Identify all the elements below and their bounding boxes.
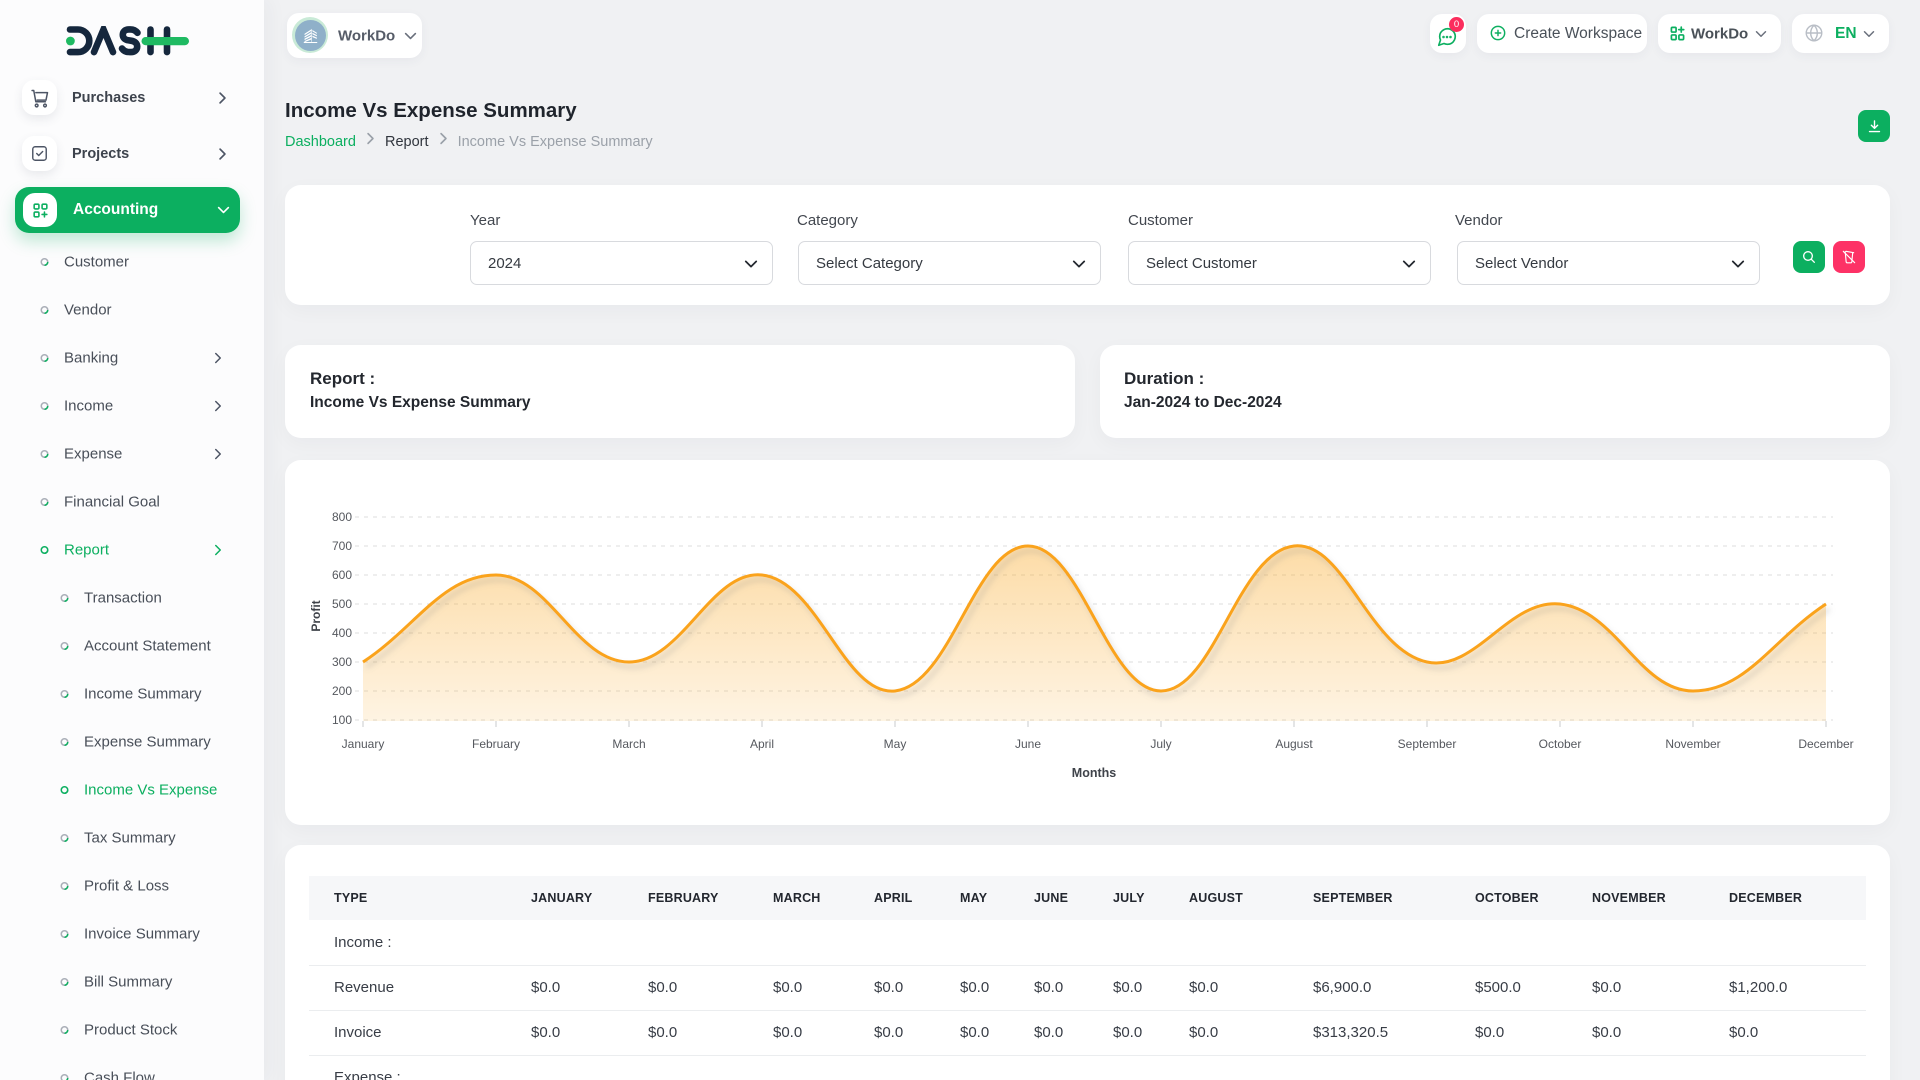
- svg-text:October: October: [1539, 737, 1582, 751]
- svg-text:400: 400: [332, 626, 352, 640]
- svg-text:January: January: [342, 737, 385, 751]
- svg-text:June: June: [1015, 737, 1041, 751]
- svg-text:September: September: [1398, 737, 1457, 751]
- svg-text:800: 800: [332, 510, 352, 524]
- svg-text:November: November: [1665, 737, 1720, 751]
- svg-text:August: August: [1275, 737, 1313, 751]
- svg-text:200: 200: [332, 684, 352, 698]
- svg-text:April: April: [750, 737, 774, 751]
- svg-text:March: March: [612, 737, 645, 751]
- svg-text:February: February: [472, 737, 520, 751]
- svg-text:Profit: Profit: [309, 600, 323, 631]
- svg-text:Months: Months: [1072, 766, 1116, 780]
- svg-text:500: 500: [332, 597, 352, 611]
- svg-text:300: 300: [332, 655, 352, 669]
- svg-text:700: 700: [332, 539, 352, 553]
- svg-text:December: December: [1798, 737, 1853, 751]
- svg-text:100: 100: [332, 713, 352, 727]
- svg-text:May: May: [884, 737, 907, 751]
- svg-text:July: July: [1150, 737, 1171, 751]
- svg-text:600: 600: [332, 568, 352, 582]
